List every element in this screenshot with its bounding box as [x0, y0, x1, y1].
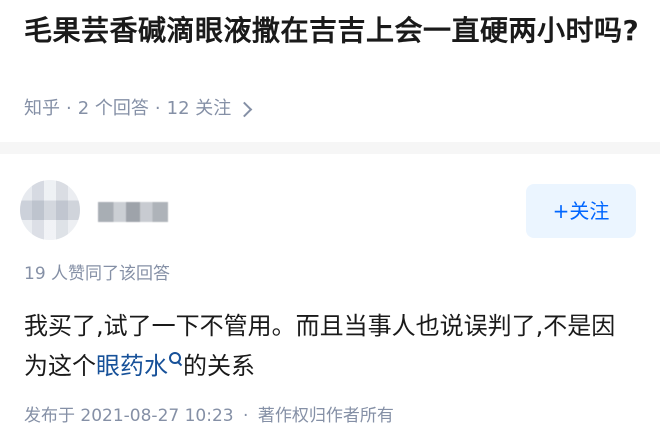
- publish-time: 发布于 2021-08-27 10:23: [24, 406, 234, 426]
- question-title[interactable]: 毛果芸香碱滴眼液撒在吉吉上会一直硬两小时吗?: [24, 10, 644, 52]
- meta-separator: ·: [243, 406, 249, 426]
- follow-button[interactable]: +关注: [526, 184, 636, 238]
- question-source: 知乎: [24, 98, 60, 119]
- meta-separator: ·: [66, 98, 72, 119]
- search-icon: [169, 352, 183, 366]
- vote-count: 19 人赞同了该回答: [24, 264, 171, 284]
- zhihu-answer-page: 毛果芸香碱滴眼液撒在吉吉上会一直硬两小时吗? 知乎 · 2 个回答 · 12 关…: [0, 0, 660, 444]
- author-name-blurred[interactable]: [98, 202, 168, 222]
- answer-card: +关注 19 人赞同了该回答 我买了,试了一下不管用。而且当事人也说误判了,不是…: [0, 154, 660, 444]
- publish-info: 发布于 2021-08-27 10:23 · 著作权归作者所有: [24, 404, 394, 428]
- answers-count: 2 个回答: [77, 98, 149, 119]
- chevron-right-icon: [237, 101, 253, 118]
- question-meta[interactable]: 知乎 · 2 个回答 · 12 关注: [24, 96, 253, 122]
- follows-count: 12 关注: [166, 98, 232, 119]
- section-divider: [0, 142, 660, 154]
- answer-text-tail: 的关系: [183, 352, 255, 380]
- answer-content: 我买了,试了一下不管用。而且当事人也说误判了,不是因为这个眼药水 的关系: [24, 306, 636, 386]
- copyright-notice: 著作权归作者所有: [257, 406, 394, 426]
- avatar[interactable]: [20, 180, 80, 240]
- question-header: 毛果芸香碱滴眼液撒在吉吉上会一直硬两小时吗? 知乎 · 2 个回答 · 12 关…: [0, 0, 660, 140]
- answer-keyword-label: 眼药水: [96, 352, 168, 380]
- answer-keyword-link[interactable]: 眼药水: [96, 352, 183, 380]
- meta-separator: ·: [154, 98, 161, 119]
